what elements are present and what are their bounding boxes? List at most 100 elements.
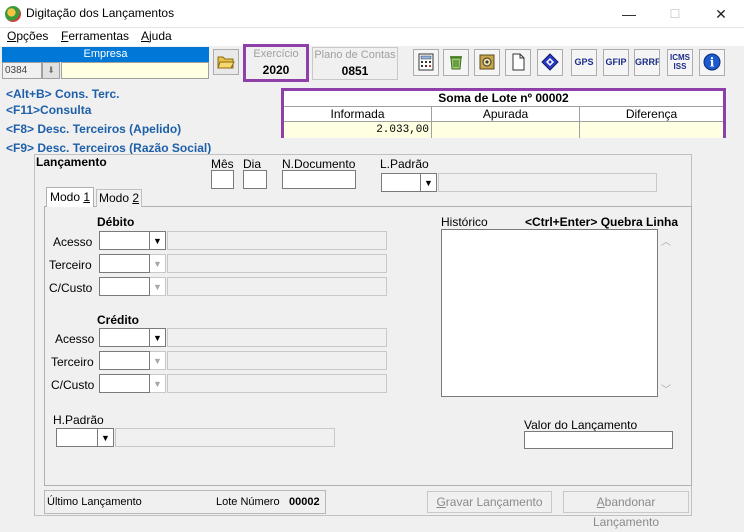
info-button[interactable]: i: [699, 49, 725, 76]
app-icon: [5, 6, 21, 22]
scroll-up-icon[interactable]: ︿: [661, 233, 671, 248]
exercicio-label: Exercício: [253, 48, 299, 60]
lpadrao-description: [438, 173, 657, 192]
gps-button[interactable]: GPS: [571, 49, 597, 76]
historico-textarea[interactable]: [441, 229, 658, 397]
maximize-button[interactable]: ☐: [652, 0, 698, 28]
plano-contas-box[interactable]: Plano de Contas 0851: [312, 47, 398, 80]
info-icon: i: [703, 53, 721, 71]
menu-opcoes[interactable]: Opções: [7, 29, 48, 43]
document-icon: [512, 53, 525, 71]
grrf-button[interactable]: GRRF: [634, 49, 660, 76]
lpadrao-label: L.Padrão: [380, 157, 429, 171]
calculator-button[interactable]: [413, 49, 439, 76]
lpadrao-dropdown[interactable]: ▼: [421, 173, 437, 192]
abandonar-lancamento-button[interactable]: Abandonar Lançamento: [563, 491, 689, 529]
exercicio-value: 2020: [262, 63, 290, 77]
shortcut-f11: <F11>Consulta: [6, 103, 92, 117]
credito-terceiro-combo[interactable]: [99, 351, 150, 370]
credito-ccusto-dropdown[interactable]: ▼: [150, 374, 166, 393]
gear-icon: [479, 54, 495, 70]
debito-acesso-dropdown[interactable]: ▼: [150, 231, 166, 250]
credito-acesso-description: [167, 328, 387, 347]
recycle-bin-button[interactable]: [443, 49, 469, 76]
gfip-button[interactable]: GFIP: [603, 49, 629, 76]
empresa-lookup-button[interactable]: ⬇: [42, 62, 60, 79]
hpadrao-dropdown[interactable]: ▼: [98, 428, 114, 447]
shortcut-f8: <F8> Desc. Terceiros (Apelido): [6, 122, 182, 136]
chevron-down-icon: ▼: [153, 282, 162, 292]
soma-header-diferenca: Diferença: [580, 107, 723, 122]
credito-terceiro-dropdown[interactable]: ▼: [150, 351, 166, 370]
hpadrao-description: [115, 428, 335, 447]
lote-numero-label: Lote Número: [216, 496, 280, 508]
mes-label: Mês: [211, 157, 234, 171]
new-document-button[interactable]: [505, 49, 531, 76]
icms-iss-button[interactable]: ICMS ISS: [667, 49, 693, 76]
soma-header-informada: Informada: [284, 107, 432, 122]
menu-ferramentas[interactable]: Ferramentas: [61, 29, 129, 43]
empresa-code-field[interactable]: 0384: [2, 62, 42, 79]
empresa-name-field[interactable]: [61, 62, 209, 79]
exercicio-box[interactable]: Exercício 2020: [243, 44, 309, 82]
dia-input[interactable]: [243, 170, 267, 189]
credito-title: Crédito: [97, 313, 139, 327]
open-folder-button[interactable]: [213, 49, 239, 75]
credito-terceiro-description: [167, 351, 387, 370]
debito-terceiro-label: Terceiro: [49, 258, 92, 272]
title-bar: Digitação dos Lançamentos — ☐ ✕: [0, 0, 744, 28]
soma-lote-panel: Soma de Lote nº 00002 Informada Apurada …: [281, 88, 726, 138]
plano-contas-label: Plano de Contas: [314, 49, 396, 61]
diamond-icon: [541, 53, 559, 71]
minimize-button[interactable]: —: [606, 0, 652, 28]
gravar-lancamento-button[interactable]: Gravar Lançamento: [427, 491, 552, 513]
menu-bar: Opções Ferramentas Ajuda: [0, 28, 744, 46]
lpadrao-combo[interactable]: [381, 173, 421, 192]
credito-ccusto-description: [167, 374, 387, 393]
soma-header-apurada: Apurada: [432, 107, 580, 122]
down-arrow-icon: ⬇: [47, 65, 55, 75]
debito-acesso-description: [167, 231, 387, 250]
lote-numero-value: 00002: [289, 496, 320, 508]
valor-input[interactable]: [524, 431, 673, 449]
tab-modo-2[interactable]: Modo 2: [96, 189, 142, 207]
hpadrao-combo[interactable]: [56, 428, 98, 447]
footer-status: Último Lançamento Lote Número 00002: [44, 490, 326, 514]
diamond-tool-button[interactable]: [537, 49, 563, 76]
gear-document-button[interactable]: [474, 49, 500, 76]
debito-acesso-combo[interactable]: [99, 231, 150, 250]
tab-modo-1[interactable]: Modo 1: [46, 187, 94, 207]
soma-value-informada: 2.033,00: [284, 122, 432, 138]
debito-terceiro-combo[interactable]: [99, 254, 150, 273]
close-button[interactable]: ✕: [698, 0, 744, 28]
soma-lote-title: Soma de Lote nº 00002: [284, 91, 723, 107]
credito-ccusto-combo[interactable]: [99, 374, 150, 393]
debito-acesso-label: Acesso: [53, 235, 93, 249]
recycle-bin-icon: [450, 56, 462, 70]
chevron-down-icon: ▼: [153, 356, 162, 366]
window-title: Digitação dos Lançamentos: [26, 6, 175, 20]
scroll-down-icon[interactable]: ﹀: [661, 381, 671, 396]
dia-label: Dia: [243, 157, 262, 171]
debito-title: Débito: [97, 215, 135, 229]
historico-hint: <Ctrl+Enter> Quebra Linha: [525, 215, 679, 229]
debito-ccusto-description: [167, 277, 387, 296]
menu-ajuda[interactable]: Ajuda: [141, 29, 172, 43]
credito-acesso-combo[interactable]: [99, 328, 150, 347]
chevron-down-icon: ▼: [153, 259, 162, 269]
credito-acesso-dropdown[interactable]: ▼: [150, 328, 166, 347]
debito-ccusto-combo[interactable]: [99, 277, 150, 296]
chevron-down-icon: ▼: [153, 333, 162, 343]
ndocumento-input[interactable]: [282, 170, 356, 189]
empresa-label: Empresa: [2, 47, 209, 62]
chevron-down-icon: ▼: [424, 178, 433, 188]
debito-ccusto-label: C/Custo: [49, 281, 93, 295]
svg-text:i: i: [710, 56, 715, 70]
mes-input[interactable]: [211, 170, 234, 189]
debito-terceiro-dropdown[interactable]: ▼: [150, 254, 166, 273]
shortcut-alt-b: <Alt+B> Cons. Terc.: [6, 87, 120, 101]
soma-value-diferenca: [580, 122, 723, 138]
chevron-down-icon: ▼: [153, 379, 162, 389]
debito-ccusto-dropdown[interactable]: ▼: [150, 277, 166, 296]
credito-ccusto-label: C/Custo: [51, 378, 95, 392]
